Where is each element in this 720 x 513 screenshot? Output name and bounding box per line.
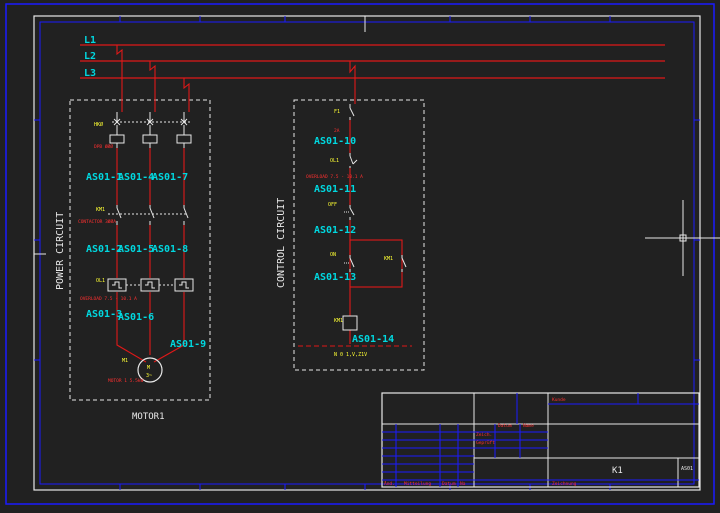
motor-note: MOTOR 1 5.5kW	[108, 378, 144, 384]
power-circuit-title: POWER CIRCUIT	[55, 212, 66, 290]
wire-label-as01-10: AS01-10	[314, 136, 356, 147]
tb-label-name: Name	[523, 423, 534, 429]
tb-rev-col-2: Mitteilung	[404, 481, 431, 487]
control-overload-note: OVERLOAD 7.5 - 10.1 A	[306, 174, 363, 180]
control-wires	[298, 61, 412, 347]
main-breaker-note: DPB ØØØ	[94, 143, 113, 150]
motor-tag: M1	[122, 358, 128, 364]
wire-label-as01-4: AS01-4	[118, 172, 154, 183]
line-label-l2: L2	[84, 51, 96, 62]
stop-button-tag: OFF	[328, 202, 337, 208]
contactor-tag: KM1	[96, 207, 105, 213]
tb-label-drawn: Zeich.	[476, 432, 492, 438]
motor-letter: M	[147, 365, 150, 371]
overload-tag: OL1	[96, 278, 105, 284]
wire-label-as01-13: AS01-13	[314, 272, 356, 283]
wire-label-as01-9: AS01-9	[170, 339, 206, 350]
tb-sheet-code: AS01	[681, 466, 693, 472]
wire-label-as01-12: AS01-12	[314, 225, 356, 236]
fuse-note: 2A	[334, 128, 340, 134]
coil-tag: KM1	[334, 318, 343, 324]
tb-customer-label: Kunde	[552, 397, 566, 403]
tb-rev-col-1: Änd.	[384, 480, 395, 487]
drawing-canvas[interactable]: L1 L2 L3 POWER CIRCUIT MOTOR1 HKØ DPB ØØ…	[0, 0, 720, 509]
tb-drawing-label: Zeichnung	[552, 481, 577, 487]
wire-label-as01-6: AS01-6	[118, 312, 154, 323]
control-overload-tag: OL1	[330, 158, 339, 164]
power-circuit-caption: MOTOR1	[132, 412, 165, 422]
line-label-l3: L3	[84, 68, 96, 79]
motor-phases: 3~	[146, 373, 152, 379]
overload-ol1-power	[107, 278, 194, 292]
crosshair-cursor-icon[interactable]	[645, 200, 720, 276]
wire-label-as01-11: AS01-11	[314, 184, 356, 195]
main-breaker-tag: HKØ	[94, 121, 103, 128]
wire-label-as01-5: AS01-5	[118, 244, 154, 255]
wire-label-as01-2: AS01-2	[86, 244, 122, 255]
tb-label-checked: Geprüft	[476, 440, 495, 446]
schematic-svg: L1 L2 L3 POWER CIRCUIT MOTOR1 HKØ DPB ØØ…	[5, 3, 720, 505]
wire-label-as01-3: AS01-3	[86, 309, 122, 320]
supply-lines	[80, 44, 665, 79]
hold-contact-tag: KM1	[384, 256, 393, 262]
tb-rev-col-3: Datum	[442, 481, 456, 487]
neutral-note: N 0 1,V,Z1V	[334, 352, 367, 358]
main-breaker	[109, 112, 192, 148]
wire-label-as01-14: AS01-14	[352, 334, 394, 345]
fuse-tag: F1	[334, 109, 340, 115]
wire-label-as01-7: AS01-7	[152, 172, 188, 183]
overload-note: OVERLOAD 7.5 - 10.1 A	[80, 296, 137, 302]
contactor-note: CONTACTOR 3ØØA	[78, 218, 116, 225]
start-button-tag: ON	[330, 252, 336, 258]
line-label-l1: L1	[84, 35, 96, 46]
wire-label-as01-1: AS01-1	[86, 172, 122, 183]
title-block	[381, 392, 700, 488]
wire-label-as01-8: AS01-8	[152, 244, 188, 255]
tb-title-k1: K1	[612, 466, 623, 476]
contactor-km1-power	[108, 205, 189, 225]
control-circuit-title: CONTROL CIRCUIT	[276, 198, 287, 288]
tb-label-date: Datum	[498, 423, 512, 429]
tb-rev-col-4: Na	[460, 481, 466, 487]
